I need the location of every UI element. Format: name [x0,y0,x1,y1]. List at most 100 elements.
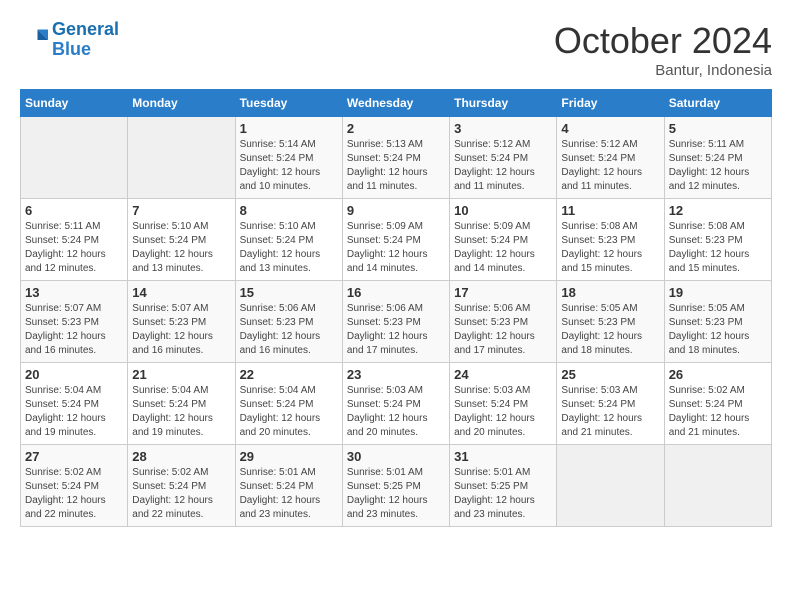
day-number: 31 [454,449,552,464]
day-info: Sunrise: 5:04 AM Sunset: 5:24 PM Dayligh… [25,384,123,440]
day-info: Sunrise: 5:12 AM Sunset: 5:24 PM Dayligh… [454,138,552,194]
title-block: October 2024 Bantur, Indonesia [554,20,772,79]
weekday-header-cell: Saturday [664,90,771,117]
calendar-cell: 11Sunrise: 5:08 AM Sunset: 5:23 PM Dayli… [557,199,664,281]
calendar-week-row: 13 Sunrise: 5:07 AM Sunset: 5:23 PM Dayli… [21,281,772,363]
calendar-cell [664,445,771,527]
day-number: 28 [132,449,230,464]
day-number: 14 [132,285,230,300]
calendar-cell: 7 Sunrise: 5:10 AM Sunset: 5:24 PM Daylig… [128,199,235,281]
weekday-header-cell: Wednesday [342,90,449,117]
day-info: Sunrise: 5:12 AM Sunset: 5:24 PM Dayligh… [561,138,659,194]
day-number: 3 [454,121,552,136]
logo: General Blue [20,20,119,60]
day-info: Sunrise: 5:01 AM Sunset: 5:25 PM Dayligh… [347,466,445,522]
calendar-cell: 19Sunrise: 5:05 AM Sunset: 5:23 PM Dayli… [664,281,771,363]
calendar-cell [557,445,664,527]
day-info: Sunrise: 5:13 AM Sunset: 5:24 PM Dayligh… [347,138,445,194]
calendar-cell [128,117,235,199]
day-number: 17 [454,285,552,300]
weekday-header-row: SundayMondayTuesdayWednesdayThursdayFrid… [21,90,772,117]
calendar-cell: 14 Sunrise: 5:07 AM Sunset: 5:23 PM Dayli… [128,281,235,363]
calendar-cell: 21Sunrise: 5:04 AM Sunset: 5:24 PM Dayli… [128,363,235,445]
day-number: 15 [240,285,338,300]
location: Bantur, Indonesia [554,62,772,79]
day-number: 30 [347,449,445,464]
day-number: 11 [561,203,659,218]
day-number: 10 [454,203,552,218]
day-number: 6 [25,203,123,218]
day-info: Sunrise: 5:07 AM Sunset: 5:23 PM Dayligh… [132,302,230,358]
day-info: Sunrise: 5:10 AM Sunset: 5:24 PM Dayligh… [240,220,338,276]
calendar-week-row: 20 Sunrise: 5:04 AM Sunset: 5:24 PM Dayli… [21,363,772,445]
day-number: 16 [347,285,445,300]
calendar-cell: 16 Sunrise: 5:06 AM Sunset: 5:23 PM Dayli… [342,281,449,363]
calendar-cell: 12 Sunrise: 5:08 AM Sunset: 5:23 PM Dayli… [664,199,771,281]
day-info: Sunrise: 5:03 AM Sunset: 5:24 PM Dayligh… [347,384,445,440]
day-info: Sunrise: 5:03 AM Sunset: 5:24 PM Dayligh… [454,384,552,440]
day-number: 12 [669,203,767,218]
day-info: Sunrise: 5:09 AM Sunset: 5:24 PM Dayligh… [454,220,552,276]
calendar-cell: 15 Sunrise: 5:06 AM Sunset: 5:23 PM Dayli… [235,281,342,363]
calendar-cell: 22Sunrise: 5:04 AM Sunset: 5:24 PM Dayli… [235,363,342,445]
day-number: 1 [240,121,338,136]
logo-text: General Blue [52,20,119,60]
calendar-cell: 2 Sunrise: 5:13 AM Sunset: 5:24 PM Daylig… [342,117,449,199]
day-info: Sunrise: 5:01 AM Sunset: 5:25 PM Dayligh… [454,466,552,522]
day-info: Sunrise: 5:02 AM Sunset: 5:24 PM Dayligh… [132,466,230,522]
weekday-header-cell: Friday [557,90,664,117]
day-info: Sunrise: 5:05 AM Sunset: 5:23 PM Dayligh… [561,302,659,358]
day-info: Sunrise: 5:06 AM Sunset: 5:23 PM Dayligh… [454,302,552,358]
page-header: General Blue October 2024 Bantur, Indone… [20,20,772,79]
calendar-cell: 26 Sunrise: 5:02 AM Sunset: 5:24 PM Dayli… [664,363,771,445]
day-info: Sunrise: 5:07 AM Sunset: 5:23 PM Dayligh… [25,302,123,358]
calendar-cell: 9Sunrise: 5:09 AM Sunset: 5:24 PM Daylig… [342,199,449,281]
day-number: 25 [561,367,659,382]
weekday-header-cell: Tuesday [235,90,342,117]
day-info: Sunrise: 5:02 AM Sunset: 5:24 PM Dayligh… [669,384,767,440]
calendar-cell: 5Sunrise: 5:11 AM Sunset: 5:24 PM Daylig… [664,117,771,199]
logo-line1: General [52,19,119,39]
day-info: Sunrise: 5:04 AM Sunset: 5:24 PM Dayligh… [132,384,230,440]
calendar-body: 1 Sunrise: 5:14 AM Sunset: 5:24 PM Daylig… [21,117,772,527]
calendar-cell: 13 Sunrise: 5:07 AM Sunset: 5:23 PM Dayli… [21,281,128,363]
day-number: 26 [669,367,767,382]
calendar-cell: 4 Sunrise: 5:12 AM Sunset: 5:24 PM Daylig… [557,117,664,199]
calendar-week-row: 27 Sunrise: 5:02 AM Sunset: 5:24 PM Dayli… [21,445,772,527]
day-info: Sunrise: 5:05 AM Sunset: 5:23 PM Dayligh… [669,302,767,358]
calendar-cell: 3 Sunrise: 5:12 AM Sunset: 5:24 PM Daylig… [450,117,557,199]
day-number: 20 [25,367,123,382]
calendar-cell: 23 Sunrise: 5:03 AM Sunset: 5:24 PM Dayli… [342,363,449,445]
day-info: Sunrise: 5:10 AM Sunset: 5:24 PM Dayligh… [132,220,230,276]
calendar-cell: 8 Sunrise: 5:10 AM Sunset: 5:24 PM Daylig… [235,199,342,281]
calendar-cell: 6 Sunrise: 5:11 AM Sunset: 5:24 PM Daylig… [21,199,128,281]
day-info: Sunrise: 5:08 AM Sunset: 5:23 PM Dayligh… [669,220,767,276]
weekday-header-cell: Thursday [450,90,557,117]
logo-line2: Blue [52,39,91,59]
day-info: Sunrise: 5:14 AM Sunset: 5:24 PM Dayligh… [240,138,338,194]
day-info: Sunrise: 5:11 AM Sunset: 5:24 PM Dayligh… [25,220,123,276]
day-number: 24 [454,367,552,382]
calendar-cell: 1 Sunrise: 5:14 AM Sunset: 5:24 PM Daylig… [235,117,342,199]
calendar-cell [21,117,128,199]
day-number: 27 [25,449,123,464]
day-number: 4 [561,121,659,136]
day-info: Sunrise: 5:06 AM Sunset: 5:23 PM Dayligh… [347,302,445,358]
calendar-cell: 10 Sunrise: 5:09 AM Sunset: 5:24 PM Dayli… [450,199,557,281]
day-number: 8 [240,203,338,218]
day-number: 7 [132,203,230,218]
weekday-header-cell: Sunday [21,90,128,117]
calendar-cell: 27Sunrise: 5:02 AM Sunset: 5:24 PM Dayli… [21,445,128,527]
day-info: Sunrise: 5:01 AM Sunset: 5:24 PM Dayligh… [240,466,338,522]
calendar-cell: 28 Sunrise: 5:02 AM Sunset: 5:24 PM Dayli… [128,445,235,527]
day-info: Sunrise: 5:06 AM Sunset: 5:23 PM Dayligh… [240,302,338,358]
day-number: 13 [25,285,123,300]
calendar-cell: 31 Sunrise: 5:01 AM Sunset: 5:25 PM Dayli… [450,445,557,527]
calendar-table: SundayMondayTuesdayWednesdayThursdayFrid… [20,89,772,527]
day-number: 9 [347,203,445,218]
logo-icon [20,26,48,54]
day-number: 2 [347,121,445,136]
weekday-header-cell: Monday [128,90,235,117]
day-number: 23 [347,367,445,382]
day-number: 29 [240,449,338,464]
